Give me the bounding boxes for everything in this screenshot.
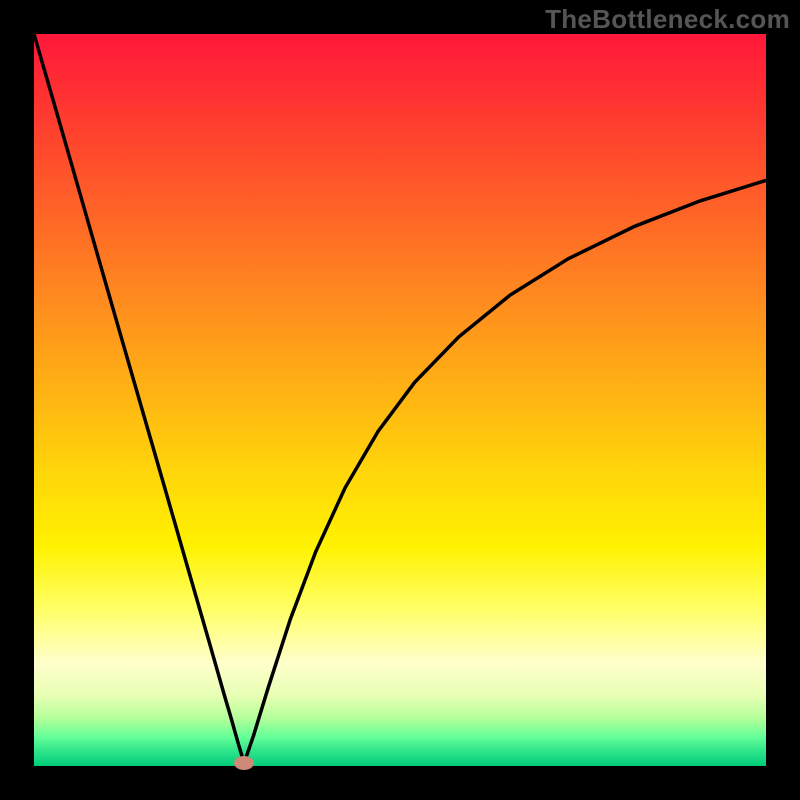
chart-frame: TheBottleneck.com xyxy=(0,0,800,800)
curve-path xyxy=(34,34,766,763)
optimum-marker xyxy=(234,756,254,770)
watermark-text: TheBottleneck.com xyxy=(545,4,790,35)
bottleneck-curve xyxy=(34,34,766,766)
